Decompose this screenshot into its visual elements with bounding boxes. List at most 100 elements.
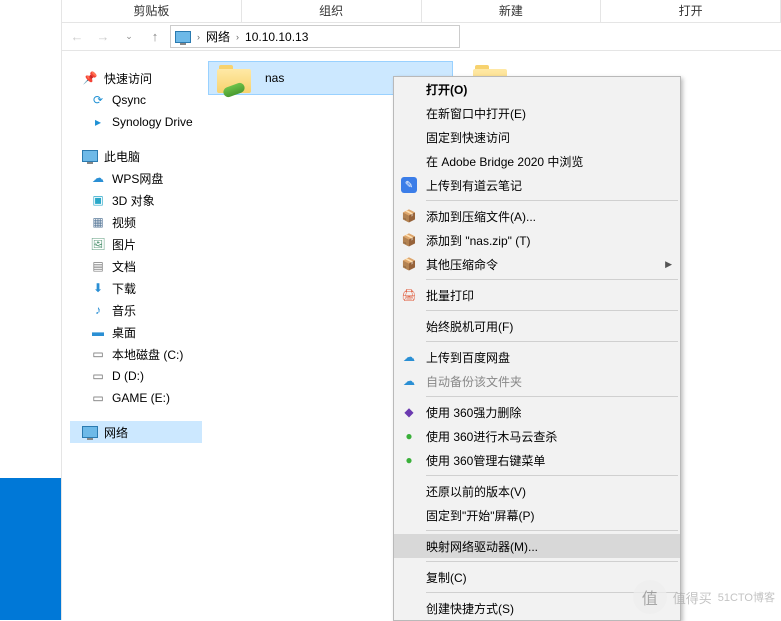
sidebar-label: WPS网盘 — [112, 170, 163, 187]
drive-icon: ▭ — [90, 368, 106, 384]
ctx-label: 还原以前的版本(V) — [426, 483, 526, 500]
sidebar-label: GAME (E:) — [112, 391, 170, 405]
sidebar-item-wps[interactable]: ☁ WPS网盘 — [70, 167, 202, 189]
sidebar-item-3d[interactable]: ▣3D 对象 — [70, 189, 202, 211]
sidebar-item-qsync[interactable]: ⟳ Qsync — [70, 89, 202, 111]
ctx-label: 添加到压缩文件(A)... — [426, 208, 536, 225]
ctx-label: 自动备份该文件夹 — [426, 373, 522, 390]
sidebar-label: 下载 — [112, 280, 136, 297]
archive-icon: 📦 — [401, 256, 417, 272]
ctx-label: 上传到百度网盘 — [426, 349, 510, 366]
sidebar-label: 音乐 — [112, 302, 136, 319]
sidebar-item-desktop[interactable]: ▬桌面 — [70, 321, 202, 343]
ctx-label: 使用 360进行木马云查杀 — [426, 428, 557, 445]
ribbon-open[interactable]: 打开 — [601, 0, 781, 22]
cloud-icon: ☁ — [90, 170, 106, 186]
ctx-label: 固定到快速访问 — [426, 129, 510, 146]
breadcrumb-ip[interactable]: 10.10.10.13 — [245, 30, 308, 44]
baidu-icon: ☁ — [401, 349, 417, 365]
folder-label: nas — [265, 71, 284, 85]
synology-icon: ▸ — [90, 114, 106, 130]
printer-icon: 🖨 — [401, 287, 417, 303]
ctx-pin-quick[interactable]: 固定到快速访问 — [394, 125, 680, 149]
sidebar-item-downloads[interactable]: ⬇ 下载 — [70, 277, 202, 299]
nav-up-button[interactable]: ↑ — [144, 26, 166, 48]
qsync-icon: ⟳ — [90, 92, 106, 108]
music-icon: ♪ — [90, 302, 106, 318]
ribbon-clipboard[interactable]: 剪贴板 — [62, 0, 242, 22]
context-menu: 打开(O) 在新窗口中打开(E) 固定到快速访问 在 Adobe Bridge … — [393, 76, 681, 621]
ctx-new-window[interactable]: 在新窗口中打开(E) — [394, 101, 680, 125]
taskbar-stub — [0, 478, 61, 620]
ctx-open[interactable]: 打开(O) — [394, 77, 680, 101]
separator — [426, 200, 678, 201]
nav-recent-button[interactable]: ⌄ — [118, 26, 140, 48]
sidebar-item-game[interactable]: ▭GAME (E:) — [70, 387, 202, 409]
archive-icon: 📦 — [401, 208, 417, 224]
ctx-youdao[interactable]: ✎上传到有道云笔记 — [394, 173, 680, 197]
ctx-360-trojan[interactable]: ●使用 360进行木马云查杀 — [394, 424, 680, 448]
sidebar-item-quick[interactable]: 📌快速访问 — [70, 67, 202, 89]
ctx-label: 使用 360强力删除 — [426, 404, 521, 421]
youdao-icon: ✎ — [401, 177, 417, 193]
separator — [426, 396, 678, 397]
sidebar-item-thispc[interactable]: 此电脑 — [70, 145, 202, 167]
ctx-add-naszip[interactable]: 📦 添加到 "nas.zip" (T) — [394, 228, 680, 252]
ctx-offline[interactable]: 始终脱机可用(F) — [394, 314, 680, 338]
watermark-blog: 51CTO博客 — [718, 589, 775, 605]
ctx-360-menu[interactable]: ● 使用 360管理右键菜单 — [394, 448, 680, 472]
nav-back-button[interactable]: ← — [66, 26, 88, 48]
sidebar-label: 文档 — [112, 258, 136, 275]
ribbon-new[interactable]: 新建 — [422, 0, 602, 22]
address-bar: ← → ⌄ ↑ › 网络 › 10.10.10.13 — [62, 23, 781, 51]
ctx-other-compress[interactable]: 📦其他压缩命令▶ — [394, 252, 680, 276]
sidebar-label: 网络 — [104, 424, 128, 441]
nav-forward-button[interactable]: → — [92, 26, 114, 48]
ctx-label: 固定到"开始"屏幕(P) — [426, 507, 535, 524]
sidebar-item-dd[interactable]: ▭ D (D:) — [70, 365, 202, 387]
ctx-batch-print[interactable]: 🖨 批量打印 — [394, 283, 680, 307]
ctx-label: 批量打印 — [426, 287, 474, 304]
network-icon — [82, 424, 98, 440]
ribbon-organize[interactable]: 组织 — [242, 0, 422, 22]
desktop-icon: ▬ — [90, 324, 106, 340]
ctx-add-archive[interactable]: 📦 添加到压缩文件(A)... — [394, 204, 680, 228]
sidebar-item-video[interactable]: ▦视频 — [70, 211, 202, 233]
network-icon — [175, 31, 191, 43]
address-box[interactable]: › 网络 › 10.10.10.13 — [170, 25, 460, 48]
breadcrumb-root[interactable]: 网络 — [206, 28, 230, 45]
sidebar-item-docs[interactable]: ▤文档 — [70, 255, 202, 277]
watermark-badge-icon: 值 — [633, 580, 667, 614]
ctx-label: 使用 360管理右键菜单 — [426, 452, 545, 469]
separator — [426, 279, 678, 280]
archive-icon: 📦 — [401, 232, 417, 248]
ctx-restore[interactable]: 还原以前的版本(V) — [394, 479, 680, 503]
360-icon: ● — [401, 452, 417, 468]
ctx-autobackup: ☁ 自动备份该文件夹 — [394, 369, 680, 393]
sidebar-item-network[interactable]: 网络 — [70, 421, 202, 443]
ribbon-tabs: 剪贴板 组织 新建 打开 — [62, 0, 781, 23]
sidebar-label: D (D:) — [112, 369, 144, 383]
ctx-label: 添加到 "nas.zip" (T) — [426, 232, 531, 249]
sidebar-item-pics[interactable]: 🖼图片 — [70, 233, 202, 255]
sidebar-label: 快速访问 — [104, 70, 152, 87]
ctx-360-delete[interactable]: ◆使用 360强力删除 — [394, 400, 680, 424]
download-icon: ⬇ — [90, 280, 106, 296]
sidebar-label: 图片 — [112, 236, 136, 253]
sidebar-item-music[interactable]: ♪ 音乐 — [70, 299, 202, 321]
ctx-label: 复制(C) — [426, 569, 467, 586]
sidebar-item-synology[interactable]: ▸Synology Drive — [70, 111, 202, 133]
sidebar-item-localc[interactable]: ▭ 本地磁盘 (C:) — [70, 343, 202, 365]
ctx-bridge[interactable]: 在 Adobe Bridge 2020 中浏览 — [394, 149, 680, 173]
sidebar-label: Qsync — [112, 93, 146, 107]
ctx-map-drive[interactable]: 映射网络驱动器(M)... — [394, 534, 680, 558]
ctx-label: 创建快捷方式(S) — [426, 600, 514, 617]
sidebar-label: 此电脑 — [104, 148, 140, 165]
drive-icon: ▭ — [90, 346, 106, 362]
baidu-icon: ☁ — [401, 373, 417, 389]
ctx-label: 映射网络驱动器(M)... — [426, 538, 538, 555]
sidebar-label: 视频 — [112, 214, 136, 231]
ctx-baidu[interactable]: ☁ 上传到百度网盘 — [394, 345, 680, 369]
sidebar-label: 本地磁盘 (C:) — [112, 346, 183, 363]
ctx-pin-start[interactable]: 固定到"开始"屏幕(P) — [394, 503, 680, 527]
